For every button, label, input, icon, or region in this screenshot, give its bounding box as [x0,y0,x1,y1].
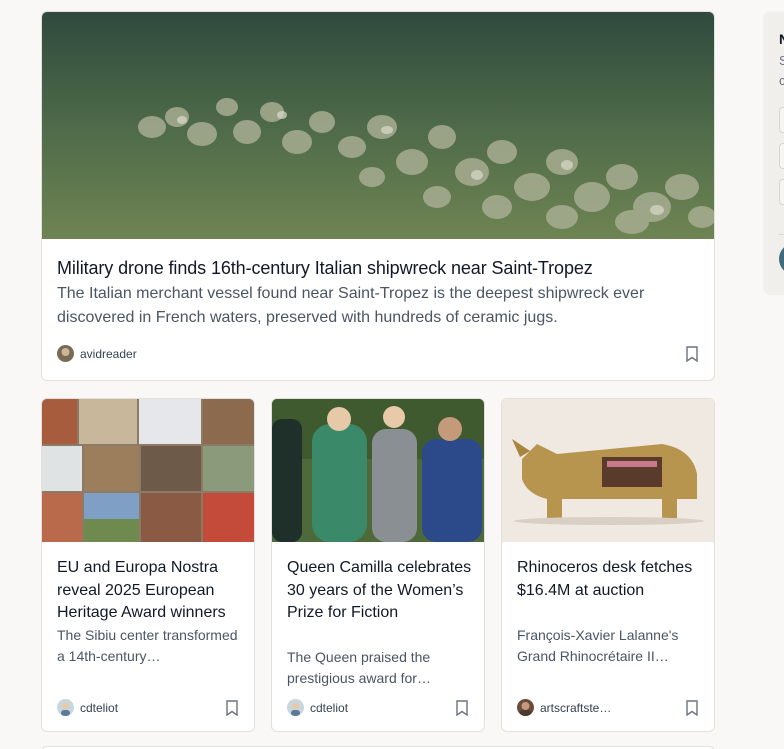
article-description: The Italian merchant vessel found near S… [57,285,645,326]
article-description: The Sibiu center transformed a 14th-cent… [57,627,238,664]
divider [779,234,784,235]
author-meta[interactable]: cdteliot [287,699,348,716]
author-name[interactable]: avidreader [80,347,137,361]
article-title[interactable]: Queen Camilla celebrates 30 years of the… [287,557,473,625]
side-panel-action-button[interactable] [779,243,784,275]
avatar [287,699,304,716]
author-name[interactable]: artscraftste… [540,701,611,715]
rhinoceros-desk-image[interactable] [502,399,714,542]
avatar [57,345,74,362]
article-title[interactable]: EU and Europa Nostra reveal 2025 Europea… [57,557,243,625]
article-card[interactable]: Queen Camilla celebrates 30 years of the… [271,398,485,732]
bookmark-icon[interactable] [685,700,699,717]
article-description: François-Xavier Lalanne's Grand Rhinocré… [517,627,679,664]
side-panel-option[interactable] [779,107,784,133]
avatar [517,699,534,716]
article-title[interactable]: Rhinoceros desk fetches $16.4M at auctio… [517,557,703,602]
author-meta[interactable]: artscraftste… [517,699,611,716]
side-panel-title: N [779,31,784,47]
article-card[interactable]: Rhinoceros desk fetches $16.4M at auctio… [501,398,715,732]
bookmark-icon[interactable] [455,700,469,717]
shipwreck-image[interactable] [42,12,714,239]
side-panel-text: S [779,53,784,68]
author-name[interactable]: cdteliot [80,701,118,715]
side-panel-text: c [779,73,784,88]
queen-camilla-image[interactable] [272,399,484,542]
heritage-collage-image[interactable] [42,399,254,542]
bookmark-icon[interactable] [225,700,239,717]
avatar [57,699,74,716]
side-panel-option[interactable] [779,143,784,169]
author-name[interactable]: cdteliot [310,701,348,715]
author-meta[interactable]: avidreader [57,345,137,362]
side-panel: N S c [763,11,784,295]
article-title[interactable]: Military drone finds 16th-century Italia… [57,256,697,280]
article-card[interactable]: EU and Europa Nostra reveal 2025 Europea… [41,398,255,732]
article-description: The Queen praised the prestigious award … [287,649,431,686]
author-meta[interactable]: cdteliot [57,699,118,716]
featured-article-card[interactable]: Military drone finds 16th-century Italia… [41,11,715,381]
side-panel-option[interactable] [779,179,784,205]
bookmark-icon[interactable] [685,346,699,363]
